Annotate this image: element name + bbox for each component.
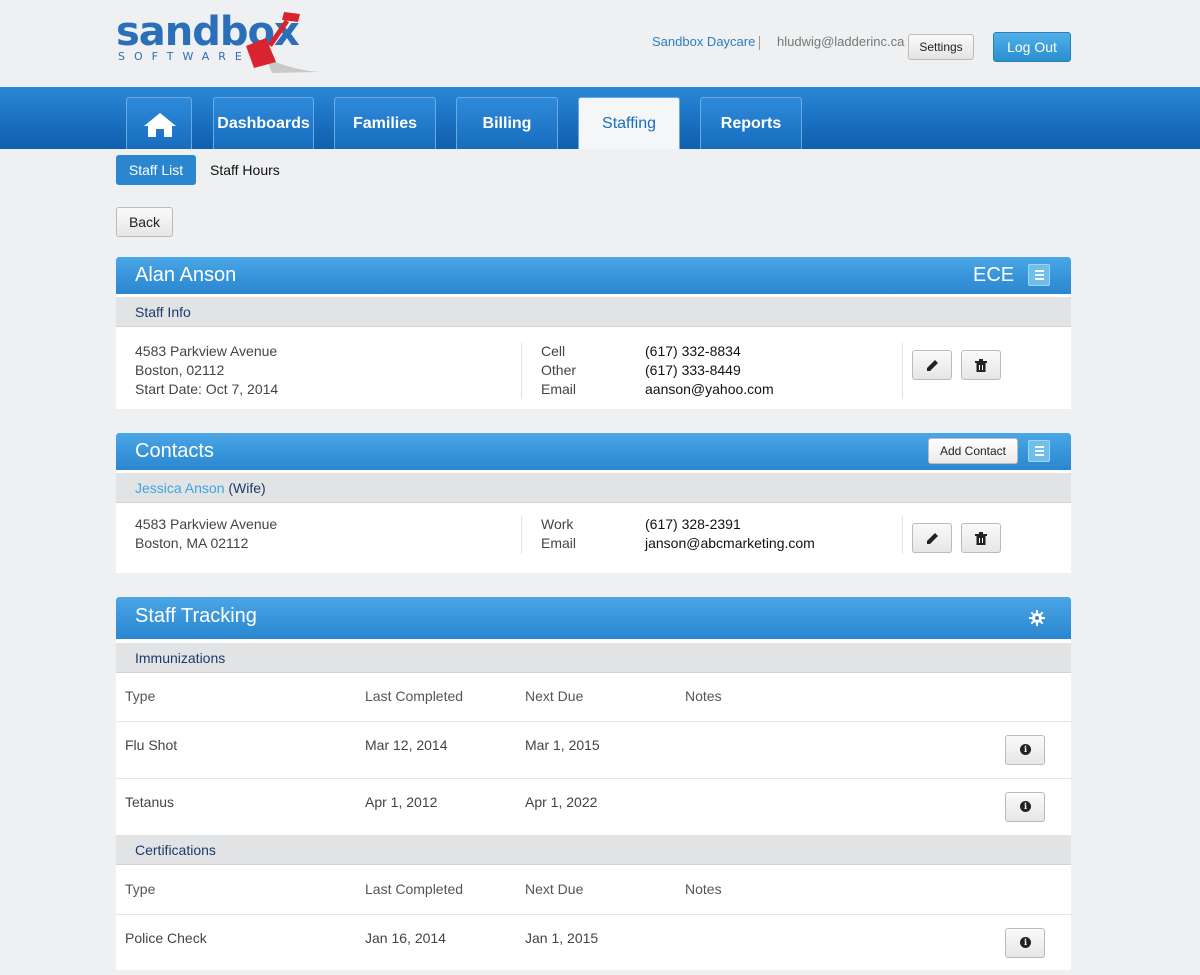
shovel-icon	[246, 12, 320, 73]
sandbox-logo[interactable]: sandbox SOFTWARE	[116, 10, 326, 76]
tab-dashboards[interactable]: Dashboards	[213, 97, 314, 149]
staff-start-date: Start Date: Oct 7, 2014	[135, 381, 279, 397]
subnav-staff-hours[interactable]: Staff Hours	[210, 155, 280, 185]
cell-next-due: Apr 1, 2022	[525, 794, 598, 810]
info-button[interactable]: i	[1005, 928, 1045, 958]
organization-link[interactable]: Sandbox Daycare	[652, 34, 755, 49]
info-button[interactable]: i	[1005, 792, 1045, 822]
contact-address-line2: Boston, MA 02112	[135, 535, 249, 551]
column-divider	[902, 343, 903, 399]
immunizations-subheader: Immunizations	[116, 643, 1071, 673]
staff-name: Alan Anson	[135, 264, 237, 286]
cell-next-due: Jan 1, 2015	[525, 930, 599, 946]
cell-type: Flu Shot	[125, 737, 178, 753]
staff-panel: Alan Anson ECE Staff Info 4583 Parkview …	[116, 257, 1071, 409]
phone-label: Work	[541, 516, 574, 532]
column-header-type: Type	[125, 688, 156, 704]
home-icon	[144, 113, 176, 137]
back-button[interactable]: Back	[116, 207, 173, 237]
contact-address-line1: 4583 Parkview Avenue	[135, 516, 278, 532]
email-label: Email	[541, 381, 577, 397]
logo-tagline: SOFTWARE	[118, 50, 251, 63]
info-icon: i	[1020, 937, 1031, 948]
main-nav: Dashboards Families Billing Staffing Rep…	[0, 87, 1200, 149]
cell-type: Police Check	[125, 930, 207, 946]
contact-heading: Jessica Anson (Wife)	[135, 480, 266, 496]
edit-staff-button[interactable]	[912, 350, 952, 380]
tracking-panel: Staff Tracking Immunizations Type Last C…	[116, 597, 1071, 970]
delete-staff-button[interactable]	[961, 350, 1001, 380]
column-header-next-due: Next Due	[525, 881, 584, 897]
phone-value: (617) 332-8834	[645, 343, 741, 359]
tab-reports[interactable]: Reports	[700, 97, 802, 149]
trash-icon	[975, 532, 987, 545]
certifications-subheader: Certifications	[116, 835, 1071, 865]
tracking-panel-header: Staff Tracking	[116, 597, 1071, 639]
tracking-title: Staff Tracking	[135, 605, 257, 627]
settings-button[interactable]: Settings	[908, 34, 974, 60]
staff-address-line1: 4583 Parkview Avenue	[135, 343, 278, 359]
cell-last-completed: Mar 12, 2014	[365, 737, 448, 753]
delete-contact-button[interactable]	[961, 523, 1001, 553]
info-icon: i	[1020, 801, 1031, 812]
staff-panel-header: Alan Anson ECE	[116, 257, 1071, 294]
contacts-title: Contacts	[135, 440, 214, 462]
staff-info-subheader: Staff Info	[116, 297, 1071, 327]
contact-subheader: Jessica Anson (Wife)	[116, 473, 1071, 503]
logout-button[interactable]: Log Out	[993, 32, 1071, 62]
pencil-icon	[927, 533, 938, 544]
user-email: hludwig@ladderinc.ca	[777, 34, 905, 49]
contact-relation: (Wife)	[228, 480, 266, 496]
pencil-icon	[927, 360, 938, 371]
contacts-panel: Contacts Add Contact Jessica Anson (Wife…	[116, 433, 1071, 573]
column-header-type: Type	[125, 881, 156, 897]
staff-info-label: Staff Info	[135, 304, 191, 320]
email-value: aanson@yahoo.com	[645, 381, 774, 397]
add-contact-button[interactable]: Add Contact	[928, 438, 1018, 464]
contacts-menu-button[interactable]	[1028, 440, 1050, 462]
row-divider	[116, 721, 1071, 722]
column-header-notes: Notes	[685, 688, 722, 704]
header-separator	[759, 36, 760, 50]
column-header-last-completed: Last Completed	[365, 881, 464, 897]
info-icon: i	[1020, 744, 1031, 755]
top-header: sandbox SOFTWARE Sandbox Daycare hludwig…	[0, 0, 1200, 87]
column-divider	[521, 343, 522, 399]
gear-icon[interactable]	[1029, 610, 1045, 626]
staff-menu-button[interactable]	[1028, 264, 1050, 286]
contacts-panel-header: Contacts Add Contact	[116, 433, 1071, 470]
column-divider	[902, 516, 903, 554]
tab-families[interactable]: Families	[334, 97, 436, 149]
cell-type: Tetanus	[125, 794, 175, 810]
edit-contact-button[interactable]	[912, 523, 952, 553]
row-divider	[116, 778, 1071, 779]
cell-next-due: Mar 1, 2015	[525, 737, 600, 753]
cell-last-completed: Jan 16, 2014	[365, 930, 446, 946]
certifications-label: Certifications	[135, 842, 216, 858]
contact-name-link[interactable]: Jessica Anson	[135, 480, 225, 496]
phone-value: (617) 333-8449	[645, 362, 741, 378]
staff-address-line2: Boston, 02112	[135, 362, 225, 378]
column-header-next-due: Next Due	[525, 688, 584, 704]
email-label: Email	[541, 535, 577, 551]
phone-label: Other	[541, 362, 577, 378]
subnav-staff-list[interactable]: Staff List	[116, 155, 196, 185]
column-header-last-completed: Last Completed	[365, 688, 464, 704]
trash-icon	[975, 359, 987, 372]
email-value: janson@abcmarketing.com	[645, 535, 815, 551]
tab-home[interactable]	[126, 97, 192, 149]
info-button[interactable]: i	[1005, 735, 1045, 765]
tab-billing[interactable]: Billing	[456, 97, 558, 149]
cell-last-completed: Apr 1, 2012	[365, 794, 438, 810]
immunizations-label: Immunizations	[135, 650, 226, 666]
phone-label: Cell	[541, 343, 566, 359]
column-divider	[521, 516, 522, 554]
tab-staffing[interactable]: Staffing	[578, 97, 680, 149]
phone-value: (617) 328-2391	[645, 516, 741, 532]
row-divider	[116, 914, 1071, 915]
staff-role-badge: ECE	[973, 264, 1015, 286]
column-header-notes: Notes	[685, 881, 722, 897]
